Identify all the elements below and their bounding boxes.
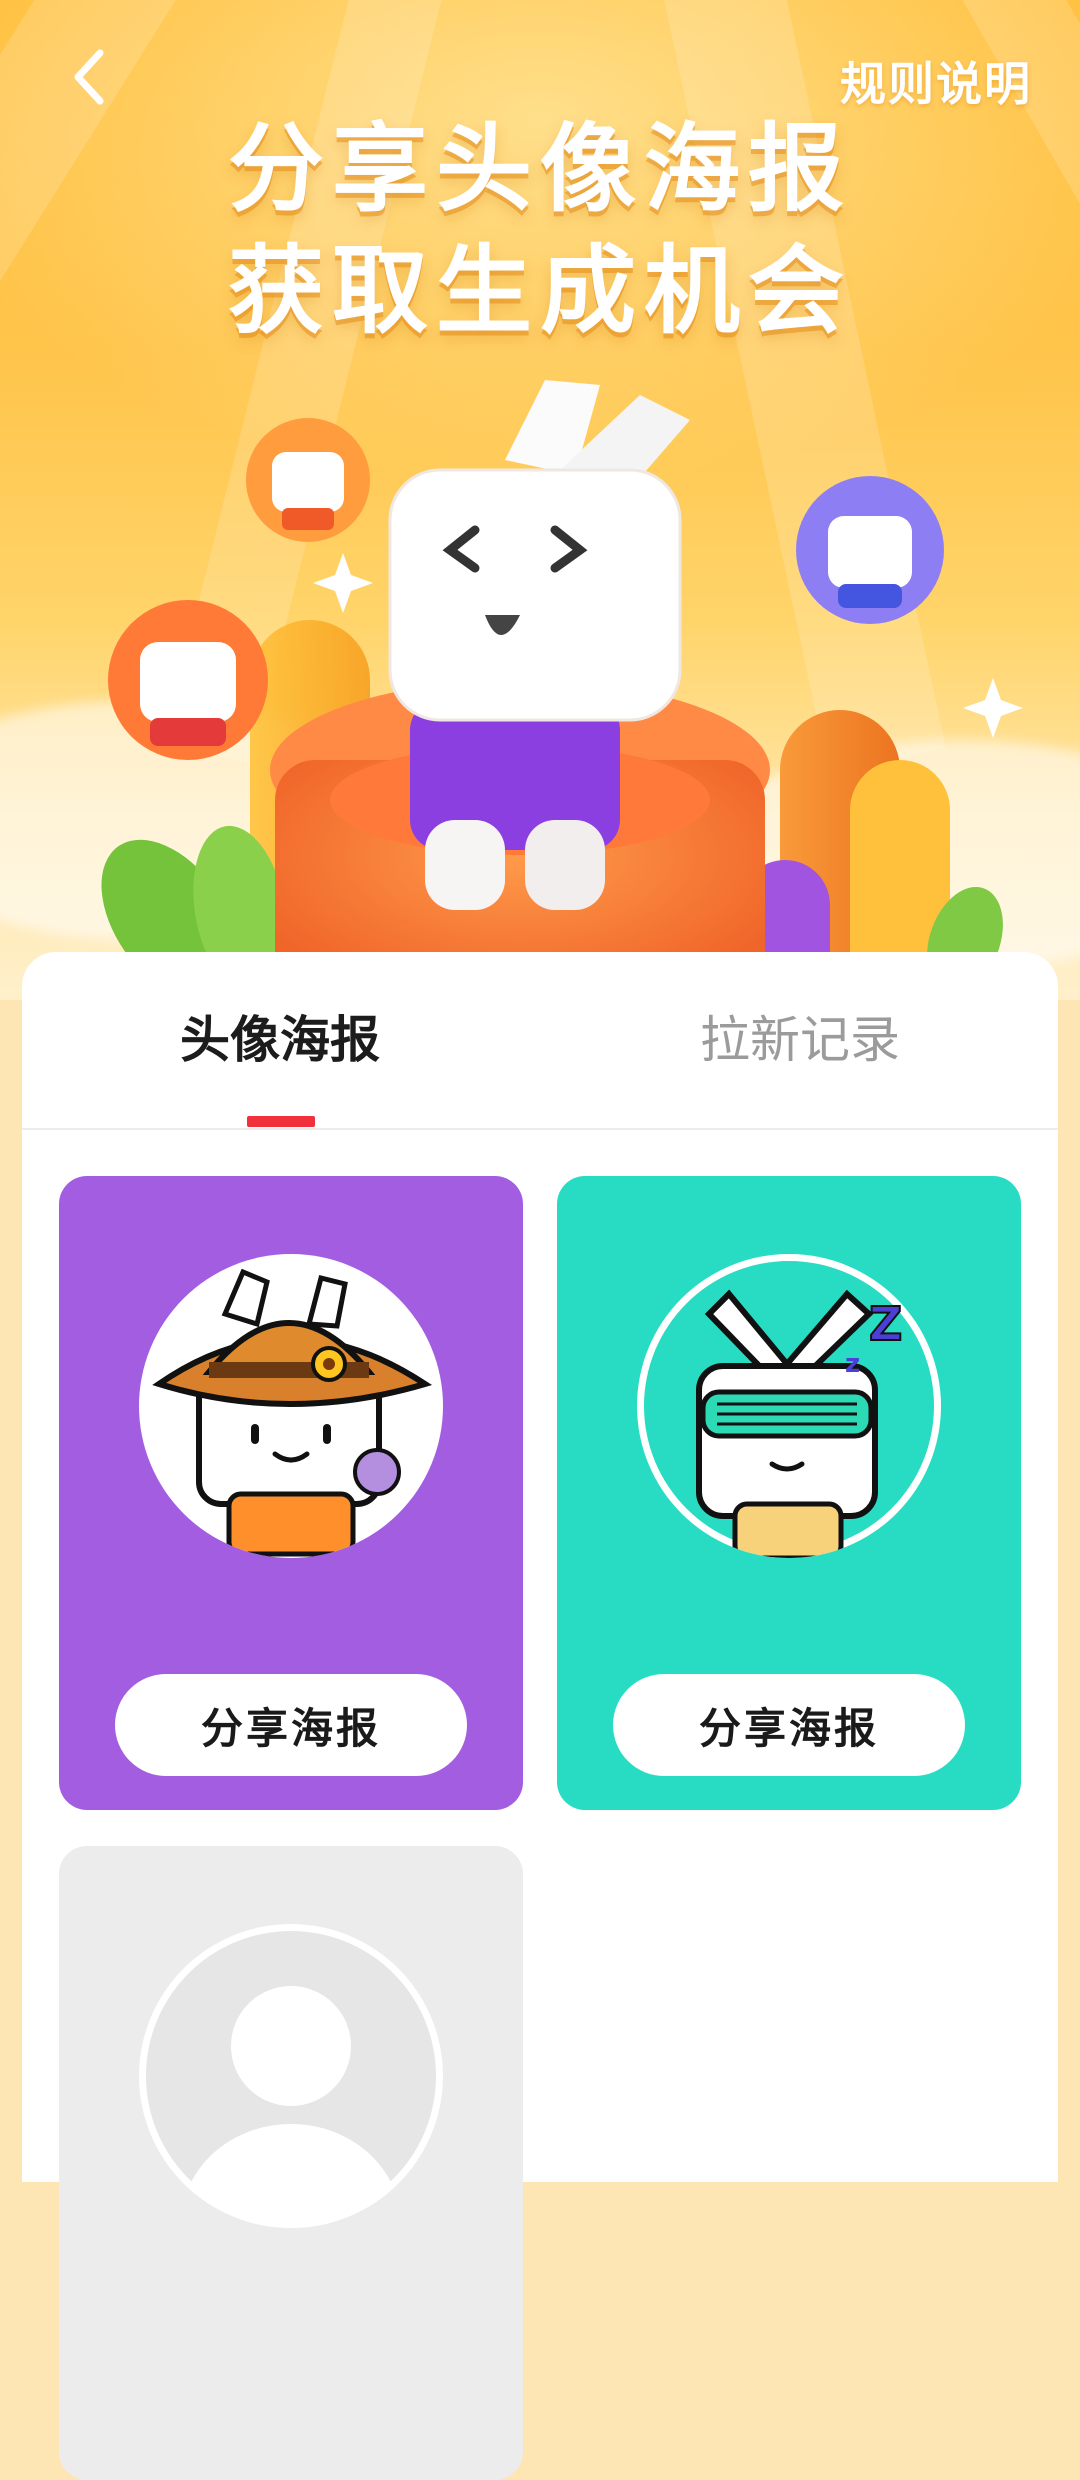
mascot-illustration xyxy=(101,380,1023,1000)
poster-card-sunglasses[interactable]: Z z 分享海报 xyxy=(557,1176,1021,1810)
sunglasses-bunny-avatar: Z z xyxy=(637,1254,941,1558)
tab-bar: 头像海报 拉新记录 xyxy=(22,952,1058,1130)
hero-banner: 规则说明 分享头像海报 获取生成机会 xyxy=(0,0,1080,1000)
content-card: 头像海报 拉新记录 分享海报 Z z 分享海报 xyxy=(22,952,1058,2480)
chevron-left-icon xyxy=(74,49,104,105)
back-button[interactable] xyxy=(60,42,120,112)
tab-avatar-posters[interactable]: 头像海报 xyxy=(70,1000,490,1072)
poster-card-cowboy[interactable]: 分享海报 xyxy=(59,1176,523,1810)
page-title: 分享头像海报 获取生成机会 xyxy=(0,108,1080,352)
rules-link[interactable]: 规则说明 xyxy=(840,48,1032,114)
tab-invite-records[interactable]: 拉新记录 xyxy=(590,1000,1010,1072)
active-tab-indicator xyxy=(247,1116,315,1127)
title-line-2: 获取生成机会 xyxy=(228,235,852,347)
share-poster-button[interactable]: 分享海报 xyxy=(613,1674,965,1776)
share-poster-button[interactable]: 分享海报 xyxy=(115,1674,467,1776)
poster-card-placeholder[interactable] xyxy=(59,1846,523,2480)
cowboy-bunny-avatar xyxy=(139,1254,443,1558)
svg-text:z: z xyxy=(845,1349,860,1379)
svg-text:Z: Z xyxy=(869,1297,902,1351)
placeholder-user-avatar xyxy=(139,1924,443,2228)
title-line-1: 分享头像海报 xyxy=(228,113,852,225)
